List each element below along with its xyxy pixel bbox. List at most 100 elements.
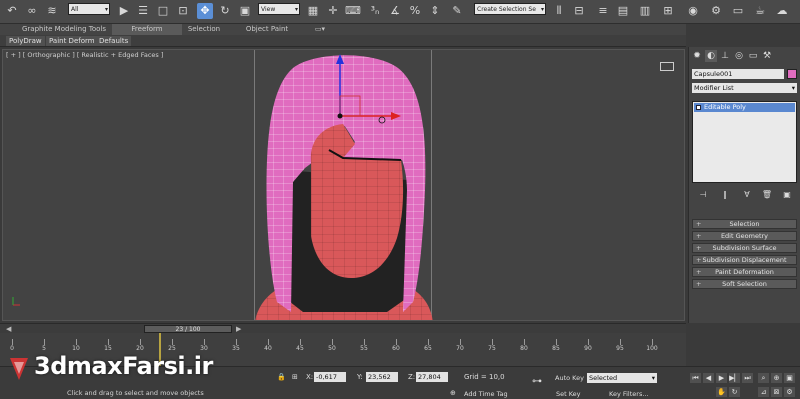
render-production-icon[interactable]: ☕ [752, 3, 768, 19]
rollout-edit-geometry[interactable]: Edit Geometry [692, 231, 797, 241]
pin-stack-icon[interactable]: ⊣ [696, 189, 710, 201]
add-time-tag-button[interactable]: Add Time Tag [464, 390, 508, 398]
spinner-snap-icon[interactable]: ⇕ [427, 3, 443, 19]
pivot-center-icon[interactable]: ▦ [305, 3, 321, 19]
stack-item-editable-poly[interactable]: Editable Poly [694, 103, 795, 112]
window-crossing-icon[interactable]: ⊡ [175, 3, 191, 19]
percent-snap-icon[interactable]: % [407, 3, 423, 19]
create-tab-icon[interactable]: ✹ [691, 50, 703, 62]
tab-freeform[interactable]: Freeform [112, 24, 182, 35]
time-slider-right-icon[interactable]: ▶ [236, 325, 241, 333]
subtab-defaults[interactable]: Defaults [96, 36, 132, 46]
tab-object-paint[interactable]: Object Paint [238, 24, 296, 35]
mirror-icon[interactable]: ⫴ [551, 3, 567, 19]
tab-selection[interactable]: Selection [184, 24, 224, 35]
snaps-toggle-icon[interactable]: ³ₙ [367, 3, 383, 19]
subtab-paint-deform[interactable]: Paint Deform [46, 36, 98, 46]
z-coordinate-field[interactable]: 27,804 [416, 372, 448, 382]
y-coordinate-field[interactable]: 23,562 [366, 372, 398, 382]
rectangular-selection-icon[interactable]: □ [155, 3, 171, 19]
absolute-mode-icon[interactable]: ⊞ [292, 373, 298, 381]
zoom-icon[interactable]: ⌕ [758, 373, 769, 383]
ribbon-options-icon[interactable]: ▭▾ [312, 24, 328, 35]
object-color-swatch[interactable] [787, 69, 797, 79]
modify-tab-icon[interactable]: ◐ [705, 50, 717, 62]
object-name-field[interactable]: Capsule001 [692, 69, 784, 79]
rollout-subdivision-surface[interactable]: Subdivision Surface [692, 243, 797, 253]
go-to-end-icon[interactable]: ⏭ [742, 373, 753, 383]
select-move-icon[interactable]: ✥ [197, 3, 213, 19]
set-key-button[interactable]: Set Key [556, 390, 581, 398]
zoom-extents-icon[interactable]: ▣ [784, 373, 795, 383]
curve-editor-icon[interactable]: ▥ [637, 3, 653, 19]
select-scale-icon[interactable]: ▣ [237, 3, 253, 19]
time-config-icon[interactable]: ⚙ [784, 387, 795, 397]
lock-selection-icon[interactable]: 🔒 [277, 373, 286, 381]
time-slider[interactable]: ◀ 23 / 100 ▶ [0, 323, 686, 333]
key-filters-button[interactable]: Key Filters... [609, 390, 649, 398]
keyboard-shortcut-icon[interactable]: ⌨ [345, 3, 361, 19]
select-by-name-icon[interactable]: ☰ [135, 3, 151, 19]
track-tick-label: 95 [616, 345, 624, 352]
watermark-text: 3dmaxFarsi.ir [34, 352, 213, 380]
remove-modifier-icon[interactable]: 🗑 [760, 189, 774, 201]
x-coordinate-field[interactable]: -0,617 [314, 372, 346, 382]
bind-spacewarp-icon[interactable]: ≋ [44, 3, 60, 19]
orthographic-viewport[interactable]: [ + ] [ Orthographic ] [ Realistic + Edg… [2, 49, 685, 321]
angle-snap-icon[interactable]: ∡ [387, 3, 403, 19]
named-selection-set-dropdown[interactable]: Create Selection Se [474, 3, 546, 16]
rendered-frame-icon[interactable]: ▭ [730, 3, 746, 19]
render-iterative-icon[interactable]: ☁ [774, 3, 790, 19]
rollout-soft-selection[interactable]: Soft Selection [692, 279, 797, 289]
x-label: X: [306, 373, 314, 381]
make-unique-icon[interactable]: ∀ [740, 189, 754, 201]
graphite-toggle-icon[interactable]: ▤ [615, 3, 631, 19]
bulb-icon[interactable] [696, 105, 701, 110]
rollout-paint-deformation[interactable]: Paint Deformation [692, 267, 797, 277]
tab-graphite-modeling-tools[interactable]: Graphite Modeling Tools [18, 24, 110, 35]
link-icon[interactable]: ∞ [24, 3, 40, 19]
layer-manager-icon[interactable]: ≡ [595, 3, 611, 19]
key-mode-dropdown[interactable]: Selected [587, 373, 657, 383]
auto-key-button[interactable]: Auto Key [555, 374, 584, 382]
undo-icon[interactable]: ↶ [4, 3, 20, 19]
zoom-all-icon[interactable]: ⊕ [771, 373, 782, 383]
modifier-list-dropdown[interactable]: Modifier List [692, 83, 797, 93]
configure-sets-icon[interactable]: ▣ [780, 189, 794, 201]
align-icon[interactable]: ⊟ [571, 3, 587, 19]
orbit-icon[interactable]: ↻ [729, 387, 740, 397]
select-object-icon[interactable]: ▶ [116, 3, 132, 19]
track-tick-label: 40 [264, 345, 272, 352]
select-manipulate-icon[interactable]: ✛ [325, 3, 341, 19]
rollout-subdivision-displacement[interactable]: Subdivision Displacement [692, 255, 797, 265]
field-of-view-icon[interactable]: ⊿ [758, 387, 769, 397]
display-tab-icon[interactable]: ▭ [747, 50, 759, 62]
next-frame-icon[interactable]: ▶▏ [729, 373, 740, 383]
go-to-start-icon[interactable]: ⏮ [690, 373, 701, 383]
subtab-polydraw[interactable]: PolyDraw [6, 36, 45, 46]
time-tag-icon[interactable]: ⊕ [450, 389, 456, 397]
maximize-viewport-icon[interactable]: ⊠ [771, 387, 782, 397]
play-icon[interactable]: ▶ [716, 373, 727, 383]
pan-icon[interactable]: ✋ [716, 387, 727, 397]
set-key-icon[interactable]: ⊶ [532, 376, 542, 387]
edit-named-sets-icon[interactable]: ✎ [449, 3, 465, 19]
track-tick-label: 45 [296, 345, 304, 352]
material-editor-icon[interactable]: ◉ [685, 3, 701, 19]
track-tick-label: 0 [10, 345, 14, 352]
show-end-result-icon[interactable]: ‖ [718, 189, 732, 201]
utilities-tab-icon[interactable]: ⚒ [761, 50, 773, 62]
motion-tab-icon[interactable]: ◎ [733, 50, 745, 62]
character-model[interactable] [3, 50, 685, 321]
rollout-selection[interactable]: Selection [692, 219, 797, 229]
reference-coordinate-dropdown[interactable]: View [258, 3, 300, 16]
selection-filter-dropdown[interactable]: All [68, 3, 110, 16]
render-setup-icon[interactable]: ⚙ [708, 3, 724, 19]
previous-frame-icon[interactable]: ◀ [703, 373, 714, 383]
track-tick-label: 25 [168, 345, 176, 352]
hierarchy-tab-icon[interactable]: ⊥ [719, 50, 731, 62]
time-slider-knob[interactable]: 23 / 100 [144, 325, 232, 333]
time-slider-left-icon[interactable]: ◀ [6, 325, 11, 333]
select-rotate-icon[interactable]: ↻ [217, 3, 233, 19]
schematic-view-icon[interactable]: ⊞ [660, 3, 676, 19]
